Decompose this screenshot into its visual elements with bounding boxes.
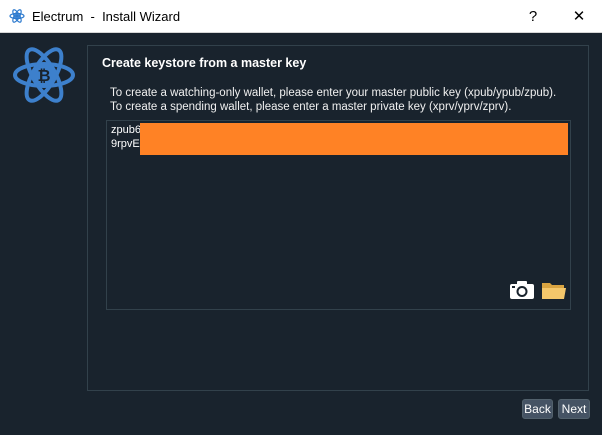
bitcoin-atom-icon: ₿ [13,47,75,103]
master-key-input[interactable]: zpub6 9rpvE [106,120,571,310]
key-line: 9rpvE [111,138,140,150]
svg-text:₿: ₿ [37,66,50,85]
wizard-body: ₿ Create keystore from a master key To c… [0,33,602,435]
folder-icon[interactable] [541,279,567,301]
instructions-text: To create a watching-only wallet, please… [110,87,557,113]
help-button[interactable]: ? [510,0,556,32]
redaction-block [140,123,568,155]
back-button[interactable]: Back [522,399,553,419]
next-button[interactable]: Next [558,399,590,419]
key-line: zpub6 [111,124,141,136]
close-button[interactable]: ✕ [556,0,602,32]
title-bar: Electrum - Install Wizard ? ✕ [0,0,602,33]
master-key-panel: Create keystore from a master key To cre… [87,45,589,391]
electrum-logo-icon [9,9,25,23]
camera-icon[interactable] [509,280,535,300]
panel-heading: Create keystore from a master key [102,56,307,70]
window-title: Electrum - Install Wizard [32,9,181,24]
